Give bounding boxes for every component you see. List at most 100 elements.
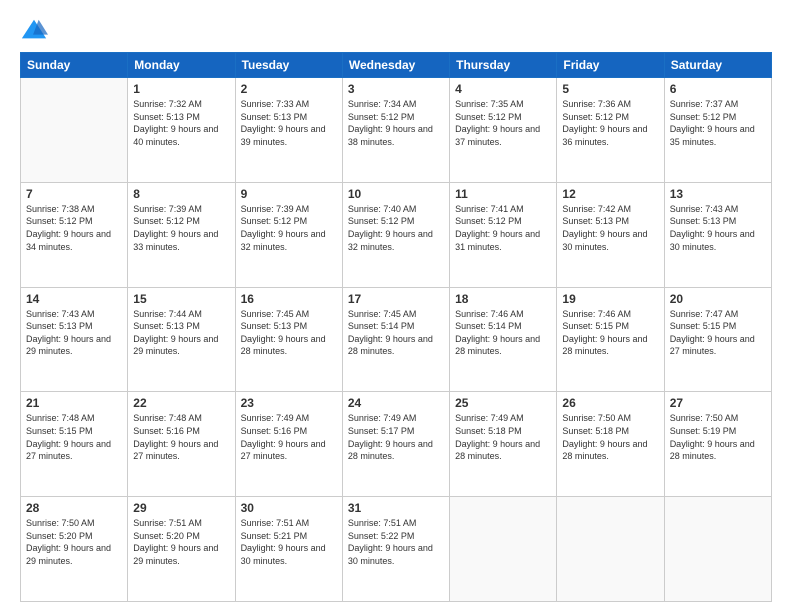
day-number: 29	[133, 501, 229, 515]
calendar-cell: 25Sunrise: 7:49 AMSunset: 5:18 PMDayligh…	[450, 392, 557, 497]
sunrise-text: Sunrise: 7:50 AM	[26, 517, 122, 530]
calendar-cell: 15Sunrise: 7:44 AMSunset: 5:13 PMDayligh…	[128, 287, 235, 392]
sunrise-text: Sunrise: 7:33 AM	[241, 98, 337, 111]
daylight-text: Daylight: 9 hours and 35 minutes.	[670, 123, 766, 148]
day-detail: Sunrise: 7:51 AMSunset: 5:21 PMDaylight:…	[241, 517, 337, 567]
daylight-text: Daylight: 9 hours and 27 minutes.	[241, 438, 337, 463]
day-detail: Sunrise: 7:43 AMSunset: 5:13 PMDaylight:…	[670, 203, 766, 253]
calendar-cell: 3Sunrise: 7:34 AMSunset: 5:12 PMDaylight…	[342, 78, 449, 183]
sunrise-text: Sunrise: 7:36 AM	[562, 98, 658, 111]
daylight-text: Daylight: 9 hours and 28 minutes.	[455, 333, 551, 358]
sunset-text: Sunset: 5:12 PM	[348, 111, 444, 124]
calendar-cell: 19Sunrise: 7:46 AMSunset: 5:15 PMDayligh…	[557, 287, 664, 392]
sunrise-text: Sunrise: 7:46 AM	[455, 308, 551, 321]
daylight-text: Daylight: 9 hours and 40 minutes.	[133, 123, 229, 148]
calendar-cell: 10Sunrise: 7:40 AMSunset: 5:12 PMDayligh…	[342, 182, 449, 287]
day-number: 22	[133, 396, 229, 410]
sunrise-text: Sunrise: 7:46 AM	[562, 308, 658, 321]
day-number: 26	[562, 396, 658, 410]
day-detail: Sunrise: 7:39 AMSunset: 5:12 PMDaylight:…	[133, 203, 229, 253]
sunset-text: Sunset: 5:12 PM	[455, 111, 551, 124]
daylight-text: Daylight: 9 hours and 29 minutes.	[133, 542, 229, 567]
sunrise-text: Sunrise: 7:48 AM	[26, 412, 122, 425]
calendar-cell	[21, 78, 128, 183]
page: SundayMondayTuesdayWednesdayThursdayFrid…	[0, 0, 792, 612]
sunrise-text: Sunrise: 7:35 AM	[455, 98, 551, 111]
calendar-cell: 22 Sunrise: 7:48 AMSunset: 5:16 PMDayligh…	[128, 392, 235, 497]
day-detail: Sunrise: 7:48 AMSunset: 5:16 PMDaylight:…	[133, 412, 229, 462]
daylight-text: Daylight: 9 hours and 28 minutes.	[562, 438, 658, 463]
sunrise-text: Sunrise: 7:51 AM	[133, 517, 229, 530]
day-number: 20	[670, 292, 766, 306]
calendar-cell: 7Sunrise: 7:38 AMSunset: 5:12 PMDaylight…	[21, 182, 128, 287]
day-number: 14	[26, 292, 122, 306]
sunset-text: Sunset: 5:12 PM	[26, 215, 122, 228]
daylight-text: Daylight: 9 hours and 28 minutes.	[562, 333, 658, 358]
calendar-header: SundayMondayTuesdayWednesdayThursdayFrid…	[21, 53, 772, 78]
day-detail: Sunrise: 7:50 AMSunset: 5:18 PMDaylight:…	[562, 412, 658, 462]
calendar-week-0: 1Sunrise: 7:32 AMSunset: 5:13 PMDaylight…	[21, 78, 772, 183]
calendar-week-1: 7Sunrise: 7:38 AMSunset: 5:12 PMDaylight…	[21, 182, 772, 287]
sunset-text: Sunset: 5:15 PM	[26, 425, 122, 438]
calendar-cell: 13Sunrise: 7:43 AMSunset: 5:13 PMDayligh…	[664, 182, 771, 287]
day-detail: Sunrise: 7:39 AMSunset: 5:12 PMDaylight:…	[241, 203, 337, 253]
sunrise-text: Sunrise: 7:49 AM	[241, 412, 337, 425]
daylight-text: Daylight: 9 hours and 31 minutes.	[455, 228, 551, 253]
sunset-text: Sunset: 5:12 PM	[455, 215, 551, 228]
day-number: 30	[241, 501, 337, 515]
calendar-cell: 1Sunrise: 7:32 AMSunset: 5:13 PMDaylight…	[128, 78, 235, 183]
day-number: 12	[562, 187, 658, 201]
daylight-text: Daylight: 9 hours and 32 minutes.	[241, 228, 337, 253]
calendar-cell	[664, 497, 771, 602]
day-detail: Sunrise: 7:36 AMSunset: 5:12 PMDaylight:…	[562, 98, 658, 148]
daylight-text: Daylight: 9 hours and 30 minutes.	[348, 542, 444, 567]
day-number: 27	[670, 396, 766, 410]
weekday-header-monday: Monday	[128, 53, 235, 78]
day-number: 21	[26, 396, 122, 410]
sunrise-text: Sunrise: 7:51 AM	[348, 517, 444, 530]
calendar-cell: 2Sunrise: 7:33 AMSunset: 5:13 PMDaylight…	[235, 78, 342, 183]
day-detail: Sunrise: 7:51 AMSunset: 5:20 PMDaylight:…	[133, 517, 229, 567]
daylight-text: Daylight: 9 hours and 29 minutes.	[26, 333, 122, 358]
sunset-text: Sunset: 5:13 PM	[670, 215, 766, 228]
sunset-text: Sunset: 5:21 PM	[241, 530, 337, 543]
sunset-text: Sunset: 5:16 PM	[133, 425, 229, 438]
day-detail: Sunrise: 7:37 AMSunset: 5:12 PMDaylight:…	[670, 98, 766, 148]
sunrise-text: Sunrise: 7:51 AM	[241, 517, 337, 530]
sunset-text: Sunset: 5:12 PM	[241, 215, 337, 228]
day-detail: Sunrise: 7:45 AMSunset: 5:13 PMDaylight:…	[241, 308, 337, 358]
daylight-text: Daylight: 9 hours and 28 minutes.	[348, 438, 444, 463]
calendar-week-3: 21Sunrise: 7:48 AMSunset: 5:15 PMDayligh…	[21, 392, 772, 497]
daylight-text: Daylight: 9 hours and 38 minutes.	[348, 123, 444, 148]
calendar-cell	[450, 497, 557, 602]
daylight-text: Daylight: 9 hours and 37 minutes.	[455, 123, 551, 148]
day-number: 5	[562, 82, 658, 96]
weekday-header-thursday: Thursday	[450, 53, 557, 78]
sunset-text: Sunset: 5:12 PM	[133, 215, 229, 228]
sunset-text: Sunset: 5:15 PM	[562, 320, 658, 333]
daylight-text: Daylight: 9 hours and 29 minutes.	[26, 542, 122, 567]
sunrise-text: Sunrise: 7:45 AM	[241, 308, 337, 321]
calendar-cell: 18Sunrise: 7:46 AMSunset: 5:14 PMDayligh…	[450, 287, 557, 392]
calendar-table: SundayMondayTuesdayWednesdayThursdayFrid…	[20, 52, 772, 602]
calendar-cell: 20Sunrise: 7:47 AMSunset: 5:15 PMDayligh…	[664, 287, 771, 392]
daylight-text: Daylight: 9 hours and 36 minutes.	[562, 123, 658, 148]
sunset-text: Sunset: 5:18 PM	[562, 425, 658, 438]
sunrise-text: Sunrise: 7:48 AM	[133, 412, 229, 425]
sunset-text: Sunset: 5:13 PM	[133, 320, 229, 333]
day-detail: Sunrise: 7:49 AMSunset: 5:17 PMDaylight:…	[348, 412, 444, 462]
day-number: 23	[241, 396, 337, 410]
weekday-header-friday: Friday	[557, 53, 664, 78]
daylight-text: Daylight: 9 hours and 32 minutes.	[348, 228, 444, 253]
sunrise-text: Sunrise: 7:49 AM	[348, 412, 444, 425]
weekday-header-tuesday: Tuesday	[235, 53, 342, 78]
header	[20, 16, 772, 44]
sunrise-text: Sunrise: 7:39 AM	[241, 203, 337, 216]
daylight-text: Daylight: 9 hours and 27 minutes.	[133, 438, 229, 463]
day-detail: Sunrise: 7:32 AMSunset: 5:13 PMDaylight:…	[133, 98, 229, 148]
calendar-cell: 11Sunrise: 7:41 AMSunset: 5:12 PMDayligh…	[450, 182, 557, 287]
day-detail: Sunrise: 7:49 AMSunset: 5:16 PMDaylight:…	[241, 412, 337, 462]
sunrise-text: Sunrise: 7:42 AM	[562, 203, 658, 216]
calendar-cell: 28Sunrise: 7:50 AMSunset: 5:20 PMDayligh…	[21, 497, 128, 602]
day-detail: Sunrise: 7:49 AMSunset: 5:18 PMDaylight:…	[455, 412, 551, 462]
